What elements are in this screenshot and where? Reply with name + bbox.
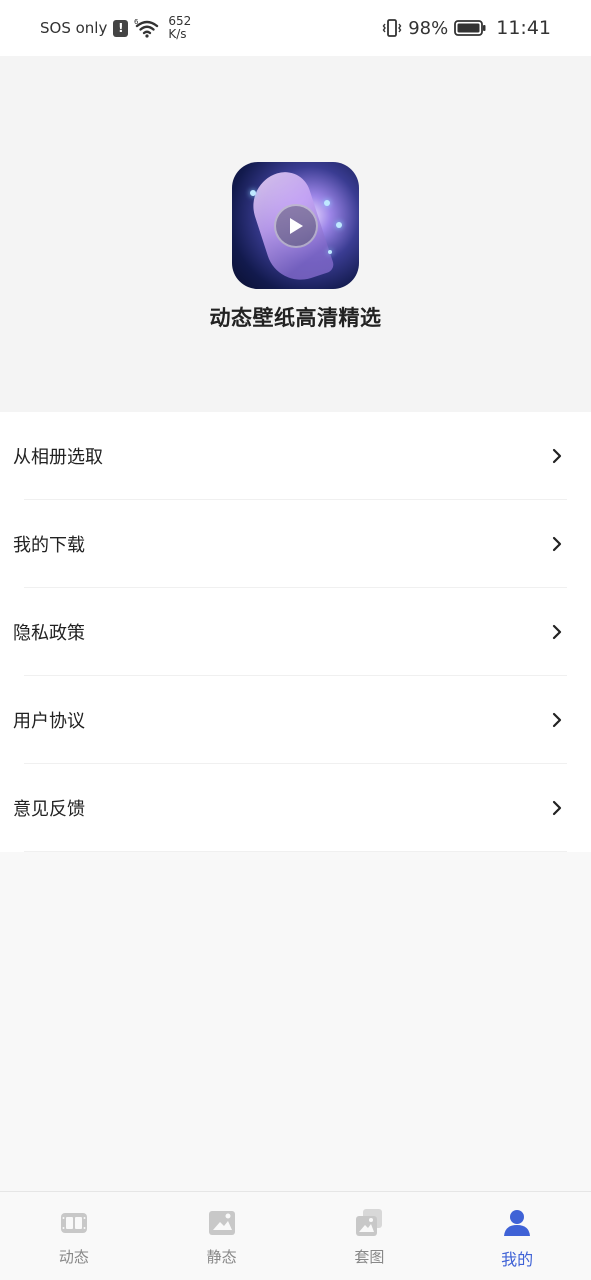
profile-header: 动态壁纸高清精选 xyxy=(0,56,591,412)
tab-label: 动态 xyxy=(58,1248,89,1266)
chevron-right-icon xyxy=(552,448,562,464)
menu-item-label: 意见反馈 xyxy=(13,799,85,820)
tab-label: 静态 xyxy=(206,1248,237,1266)
menu-item-label: 隐私政策 xyxy=(13,623,85,644)
clock: 11:41 xyxy=(496,17,551,39)
sparkle-icon xyxy=(336,222,342,228)
app-title: 动态壁纸高清精选 xyxy=(209,306,382,330)
image-set-icon xyxy=(356,1209,383,1236)
status-bar: SOS only ! 6 652 K/s 98% 11:41 xyxy=(0,0,591,56)
sparkle-icon xyxy=(324,200,330,206)
app-logo xyxy=(232,162,359,289)
chevron-right-icon xyxy=(552,536,562,552)
tab-label: 我的 xyxy=(501,1250,534,1269)
tab-label: 套图 xyxy=(354,1248,385,1266)
menu-item-user-agreement[interactable]: 用户协议 xyxy=(0,676,591,764)
menu-item-label: 从相册选取 xyxy=(13,447,103,468)
sparkle-icon xyxy=(250,190,256,196)
menu-item-my-downloads[interactable]: 我的下载 xyxy=(0,500,591,588)
image-icon xyxy=(208,1211,235,1235)
wifi-tag: 6 xyxy=(134,18,139,26)
menu-item-feedback[interactable]: 意见反馈 xyxy=(0,764,591,852)
menu-item-privacy-policy[interactable]: 隐私政策 xyxy=(0,588,591,676)
carrier-text: SOS only xyxy=(40,19,108,37)
battery-icon xyxy=(454,20,486,36)
sparkle-icon xyxy=(328,250,332,254)
user-icon xyxy=(504,1210,531,1236)
chevron-right-icon xyxy=(552,800,562,816)
chevron-right-icon xyxy=(552,624,562,640)
film-icon xyxy=(60,1213,87,1233)
bottom-tab-bar: 动态 静态 套图 我的 xyxy=(0,1191,591,1280)
settings-menu: 从相册选取 我的下载 隐私政策 用户协议 意见反馈 xyxy=(0,412,591,852)
sim-alert-icon: ! xyxy=(113,19,129,37)
net-speed: 652 K/s xyxy=(168,15,191,41)
menu-item-label: 我的下载 xyxy=(13,535,85,556)
play-icon xyxy=(274,204,318,248)
status-left: SOS only ! 6 652 K/s xyxy=(40,15,191,41)
chevron-right-icon xyxy=(552,712,562,728)
profile-screen: SOS only ! 6 652 K/s 98% 11:41 动态壁纸高清精选 … xyxy=(0,0,591,1280)
vibrate-icon xyxy=(382,19,402,37)
tab-mine[interactable]: 我的 xyxy=(443,1192,591,1280)
net-speed-unit: K/s xyxy=(168,27,187,41)
battery-percent: 98% xyxy=(408,17,449,39)
status-right: 98% 11:41 xyxy=(382,17,551,39)
menu-item-label: 用户协议 xyxy=(13,711,85,732)
tab-image-set[interactable]: 套图 xyxy=(296,1192,444,1280)
menu-item-pick-from-album[interactable]: 从相册选取 xyxy=(0,412,591,500)
tab-static[interactable]: 静态 xyxy=(148,1192,296,1280)
tab-dynamic[interactable]: 动态 xyxy=(0,1192,148,1280)
play-triangle-icon xyxy=(290,218,303,234)
wifi-icon: 6 xyxy=(134,18,159,38)
